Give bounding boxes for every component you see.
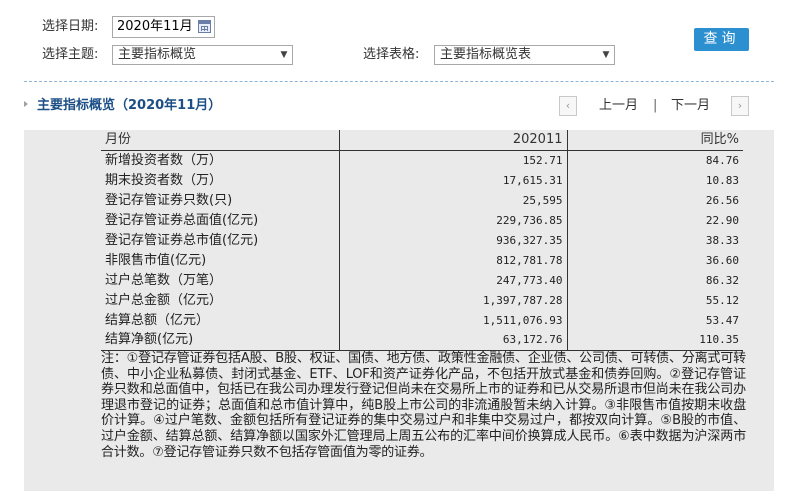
row-value: 812,781.78 bbox=[339, 250, 568, 270]
date-label: 选择日期: bbox=[42, 19, 99, 34]
section-title: 主要指标概览（2020年11月） bbox=[37, 98, 222, 113]
prev-month-button[interactable]: ‹ bbox=[559, 96, 577, 116]
row-yoy: 36.60 bbox=[705, 253, 739, 267]
row-yoy: 84.76 bbox=[705, 153, 739, 167]
date-value: 2020年11月 bbox=[117, 19, 193, 34]
next-month-link[interactable]: 下一月 bbox=[671, 97, 710, 115]
table-row: 过户总金额（亿元） 1,397,787.28 55.12 bbox=[101, 290, 743, 310]
table-row: 结算总额（亿元） 1,511,076.93 53.47 bbox=[101, 310, 743, 330]
header-yoy: 同比% bbox=[567, 130, 743, 151]
table-label: 选择表格: bbox=[363, 47, 420, 62]
theme-select-value: 主要指标概览 bbox=[118, 47, 197, 62]
row-value: 63,172.76 bbox=[339, 330, 568, 351]
row-label: 过户总笔数（万笔） bbox=[101, 270, 340, 290]
table-select-value: 主要指标概览表 bbox=[440, 47, 532, 62]
prev-month-link[interactable]: 上一月 bbox=[599, 97, 638, 115]
header-month: 月份 bbox=[101, 130, 340, 151]
row-yoy: 86.32 bbox=[705, 273, 739, 287]
chevron-down-icon[interactable]: ▼ bbox=[276, 46, 292, 64]
section-header: 主要指标概览（2020年11月） ‹ 上一月 | 下一月 › bbox=[0, 92, 785, 120]
table-header-row: 月份 202011 同比% bbox=[101, 130, 743, 151]
table-row: 登记存管证券只数(只) 25,595 26.56 bbox=[101, 190, 743, 210]
row-label: 登记存管证券总市值(亿元) bbox=[101, 230, 340, 250]
row-value: 25,595 bbox=[339, 190, 568, 210]
triangle-right-icon bbox=[24, 101, 28, 107]
row-label: 过户总金额（亿元） bbox=[101, 290, 340, 310]
row-value: 1,397,787.28 bbox=[339, 290, 568, 310]
table-row: 结算净额(亿元) 63,172.76 110.35 bbox=[101, 330, 743, 351]
row-label: 结算净额(亿元) bbox=[101, 330, 340, 351]
table-row: 登记存管证券总面值(亿元) 229,736.85 22.90 bbox=[101, 210, 743, 230]
row-label: 登记存管证券只数(只) bbox=[101, 190, 340, 210]
nav-separator: | bbox=[653, 98, 658, 113]
next-month-button[interactable]: › bbox=[731, 96, 749, 116]
table-row: 过户总笔数（万笔） 247,773.40 86.32 bbox=[101, 270, 743, 290]
query-button[interactable]: 查询 bbox=[694, 28, 749, 51]
row-yoy: 53.47 bbox=[705, 313, 739, 327]
chevron-down-icon[interactable]: ▼ bbox=[598, 46, 614, 64]
row-label: 新增投资者数（万） bbox=[101, 150, 340, 170]
row-label: 非限售市值(亿元) bbox=[101, 250, 340, 270]
row-yoy: 110.35 bbox=[567, 330, 743, 351]
row-label: 登记存管证券总面值(亿元) bbox=[101, 210, 340, 230]
table-row: 登记存管证券总市值(亿元) 936,327.35 38.33 bbox=[101, 230, 743, 250]
indicator-table: 月份 202011 同比% 新增投资者数（万） 152.71 84.76 期末投资者数… bbox=[101, 130, 743, 351]
table-row: 非限售市值(亿元) 812,781.78 36.60 bbox=[101, 250, 743, 270]
table-row: 新增投资者数（万） 152.71 84.76 bbox=[101, 150, 743, 170]
row-yoy: 38.33 bbox=[705, 233, 739, 247]
row-yoy: 10.83 bbox=[705, 173, 739, 187]
calendar-icon[interactable] bbox=[198, 20, 211, 33]
row-yoy: 22.90 bbox=[705, 213, 739, 227]
row-yoy: 26.56 bbox=[705, 193, 739, 207]
row-label: 期末投资者数（万） bbox=[101, 170, 340, 190]
table-footnote: 注：①登记存管证券包括A股、B股、权证、国债、地方债、政策性金融债、企业债、公司… bbox=[101, 351, 746, 460]
divider bbox=[24, 81, 774, 82]
row-label: 结算总额（亿元） bbox=[101, 310, 340, 330]
table-select[interactable]: 主要指标概览表 ▼ bbox=[434, 45, 615, 65]
theme-select[interactable]: 主要指标概览 ▼ bbox=[112, 45, 293, 65]
indicator-table-panel: 月份 202011 同比% 新增投资者数（万） 152.71 84.76 期末投资者数… bbox=[24, 130, 774, 491]
row-value: 247,773.40 bbox=[339, 270, 568, 290]
table-row: 期末投资者数（万） 17,615.31 10.83 bbox=[101, 170, 743, 190]
filter-bar: 选择日期: 2020年11月 选择主题: 主要指标概览 ▼ 选择表格: 主要指标… bbox=[0, 0, 785, 80]
row-value: 17,615.31 bbox=[339, 170, 568, 190]
row-value: 936,327.35 bbox=[339, 230, 568, 250]
row-value: 229,736.85 bbox=[339, 210, 568, 230]
row-value: 1,511,076.93 bbox=[339, 310, 568, 330]
row-value: 152.71 bbox=[339, 150, 568, 170]
theme-label: 选择主题: bbox=[42, 47, 99, 62]
date-input[interactable]: 2020年11月 bbox=[112, 16, 215, 38]
row-yoy: 55.12 bbox=[705, 293, 739, 307]
header-period: 202011 bbox=[339, 130, 568, 151]
